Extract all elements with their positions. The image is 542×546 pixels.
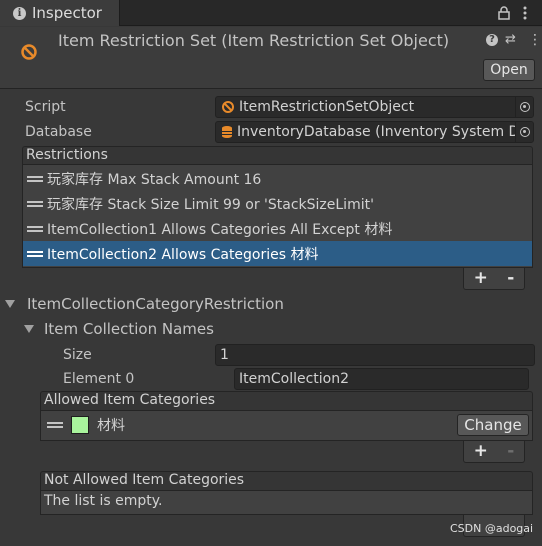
empty-list-text: The list is empty. <box>44 493 163 509</box>
presets-icon[interactable]: ⇄ <box>505 32 516 47</box>
allowed-list-footer: + - <box>463 441 525 463</box>
more-vertical-icon[interactable] <box>522 5 528 21</box>
foldout-label: ItemCollectionCategoryRestriction <box>27 295 284 313</box>
size-field[interactable]: 1 <box>215 344 535 366</box>
database-label: Database <box>25 124 92 140</box>
page-title: Item Restriction Set (Item Restriction S… <box>58 31 450 50</box>
tab-inspector[interactable]: i Inspector <box>0 0 120 26</box>
list-item-label: ItemCollection1 Allows Categories All Ex… <box>47 221 393 238</box>
info-icon: i <box>13 6 26 20</box>
drag-handle-icon[interactable] <box>47 422 63 428</box>
list-item-label: 玩家库存 Stack Size Limit 99 or 'StackSizeLi… <box>47 196 374 213</box>
element0-label: Element 0 <box>63 371 135 387</box>
item-collection-names-foldout[interactable]: Item Collection Names <box>24 320 214 338</box>
database-icon <box>222 126 232 138</box>
category-color-swatch <box>71 416 89 434</box>
drag-handle-icon[interactable] <box>27 175 43 182</box>
open-button[interactable]: Open <box>483 59 535 81</box>
not-allowed-header-label: Not Allowed Item Categories <box>44 472 245 488</box>
change-button[interactable]: Change <box>457 414 529 436</box>
database-field[interactable]: InventoryDatabase (Inventory System D <box>215 121 534 143</box>
foldout-arrow-icon <box>5 300 15 308</box>
help-icon[interactable]: ? <box>486 34 498 46</box>
restriction-icon <box>222 101 234 113</box>
watermark: CSDN @adogai <box>450 522 534 535</box>
drag-handle-icon[interactable] <box>27 200 43 207</box>
list-item[interactable]: 玩家库存 Max Stack Amount 16 <box>23 166 532 191</box>
more-vertical-icon[interactable]: ⋮ <box>528 32 542 48</box>
drag-handle-icon[interactable] <box>27 225 43 232</box>
script-field[interactable]: ItemRestrictionSetObject <box>215 96 534 118</box>
list-item[interactable]: ItemCollection1 Allows Categories All Ex… <box>23 216 532 241</box>
size-label: Size <box>63 347 92 363</box>
script-label: Script <box>25 99 66 115</box>
add-item-button[interactable]: + <box>474 270 488 287</box>
script-value: ItemRestrictionSetObject <box>239 99 415 115</box>
add-item-button[interactable]: + <box>474 443 488 460</box>
restrictions-list-footer: + - <box>463 268 525 290</box>
category-label: 材料 <box>97 418 125 434</box>
restriction-icon <box>21 44 37 60</box>
foldout-label: Item Collection Names <box>44 320 214 338</box>
list-item-selected[interactable]: ItemCollection2 Allows Categories 材料 <box>23 241 532 266</box>
restrictions-list-header: Restrictions <box>22 146 533 165</box>
foldout-arrow-icon <box>24 325 34 333</box>
not-allowed-categories-list: The list is empty. <box>40 491 533 515</box>
allowed-header-label: Allowed Item Categories <box>44 392 216 408</box>
drag-handle-icon[interactable] <box>27 250 43 257</box>
list-item-label: ItemCollection2 Allows Categories 材料 <box>47 246 319 263</box>
category-restriction-foldout[interactable]: ItemCollectionCategoryRestriction <box>5 295 284 313</box>
allowed-categories-header: Allowed Item Categories <box>40 391 533 411</box>
restrictions-header-label: Restrictions <box>26 147 108 163</box>
object-picker-icon[interactable] <box>515 122 533 142</box>
database-value: InventoryDatabase (Inventory System D <box>237 124 515 140</box>
remove-item-button: - <box>507 441 515 461</box>
list-item-label: 玩家库存 Max Stack Amount 16 <box>47 171 262 188</box>
remove-item-button[interactable]: - <box>507 270 514 287</box>
element0-field[interactable]: ItemCollection2 <box>234 368 529 390</box>
tab-label: Inspector <box>32 4 102 22</box>
lock-icon[interactable] <box>498 6 510 20</box>
list-item[interactable]: 玩家库存 Stack Size Limit 99 or 'StackSizeLi… <box>23 191 532 216</box>
tab-bar: i Inspector <box>0 0 542 26</box>
object-picker-icon[interactable] <box>515 97 533 117</box>
restrictions-list: 玩家库存 Max Stack Amount 16 玩家库存 Stack Size… <box>22 165 533 268</box>
not-allowed-categories-header: Not Allowed Item Categories <box>40 471 533 491</box>
